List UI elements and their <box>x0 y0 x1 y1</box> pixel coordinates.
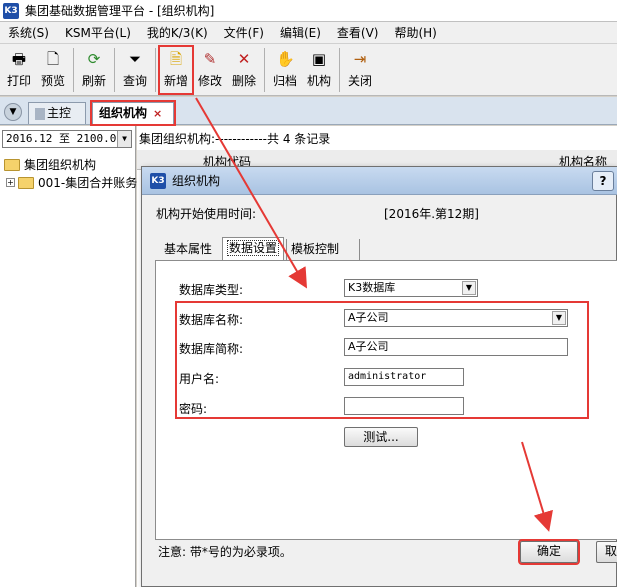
data-settings-panel: 数据库类型: K3数据库 ▼ 数据库名称: A子公司 ▼ 数据库简称: A子公司… <box>155 260 617 540</box>
menu-ksm[interactable]: KSM平台(L) <box>57 23 139 43</box>
preview-label: 预览 <box>40 74 65 88</box>
menu-file[interactable]: 文件(F) <box>216 23 272 43</box>
tab-org-label: 组织机构 <box>99 106 148 120</box>
folder-icon <box>18 176 34 189</box>
tab-close-icon[interactable]: × <box>153 107 162 120</box>
cancel-button[interactable]: 取 <box>596 541 617 563</box>
dialog-title: 组织机构 <box>172 174 221 188</box>
menu-system[interactable]: 系统(S) <box>0 23 57 43</box>
query-label: 查询 <box>122 74 147 88</box>
org-button[interactable]: ▣ 机构 <box>302 46 336 94</box>
toolbar-separator <box>339 48 340 92</box>
tab-strip: ▼ 主控台 组织机构 × <box>0 97 617 140</box>
print-button[interactable]: 🖶 打印 <box>2 46 36 94</box>
refresh-label: 刷新 <box>81 74 106 88</box>
org-label: 机构 <box>306 74 331 88</box>
modify-button[interactable]: ✎ 修改 <box>193 46 227 94</box>
record-count: 集团组织机构:------------共 4 条记录 <box>139 132 331 146</box>
print-label: 打印 <box>6 74 31 88</box>
toolbar-separator <box>114 48 115 92</box>
tab-basic-properties[interactable]: 基本属性 <box>160 239 222 260</box>
menu-help[interactable]: 帮助(H) <box>386 23 444 43</box>
printer-icon: 🖶 <box>11 50 27 68</box>
close-button[interactable]: ⇥ 关闭 <box>343 46 377 94</box>
db-type-select[interactable]: K3数据库 ▼ <box>344 279 478 297</box>
tree-item[interactable]: + 001-集团合并账务 <box>6 174 137 191</box>
exit-door-icon: ⇥ <box>353 50 367 68</box>
start-time-label: 机构开始使用时间: <box>156 207 257 221</box>
annotation-highlight-box <box>175 301 589 419</box>
archive-label: 归档 <box>272 74 297 88</box>
add-label: 新增 <box>163 74 188 88</box>
chevron-down-icon[interactable]: ▼ <box>462 281 476 295</box>
ok-button[interactable]: 确定 <box>518 539 580 565</box>
db-type-value: K3数据库 <box>348 281 396 294</box>
folder-open-icon <box>4 158 20 171</box>
tab-console[interactable]: 主控台 <box>28 102 86 140</box>
dialog-titlebar: K3 组织机构 ? <box>142 167 617 195</box>
close-label: 关闭 <box>347 74 372 88</box>
modify-label: 修改 <box>197 74 222 88</box>
start-time-value: [2016年.第12期] <box>384 207 479 221</box>
toolbar-separator <box>155 48 156 92</box>
edit-icon: ✎ <box>203 50 217 68</box>
preview-button[interactable]: 🗋 预览 <box>36 46 70 94</box>
date-range-value: 2016.12 至 2100.01 <box>6 132 123 145</box>
db-type-label: 数据库类型: <box>179 283 244 297</box>
tab-template-control[interactable]: 模板控制 <box>286 239 360 260</box>
chevron-down-icon[interactable]: ▼ <box>117 131 131 147</box>
left-panel: 2016.12 至 2100.01 ▼ 集团组织机构 + 001-集团合并账务 <box>0 126 137 587</box>
tree-root[interactable]: 集团组织机构 <box>4 156 96 173</box>
window-title: 集团基础数据管理平台 - [组织机构] <box>25 4 215 18</box>
expand-icon[interactable]: + <box>6 178 15 187</box>
help-button[interactable]: ? <box>592 171 614 191</box>
window-titlebar: K3 集团基础数据管理平台 - [组织机构] <box>0 0 617 22</box>
toolbar: 🖶 打印 🗋 预览 ⟳ 刷新 ⏷ 查询 🗎 新增 ✎ 修改 ✕ 删除 ✋ 归档 … <box>0 44 617 96</box>
tab-list-dropdown-icon[interactable]: ▼ <box>4 103 22 121</box>
new-document-icon: 🗎 <box>169 50 183 68</box>
delete-icon: ✕ <box>237 50 251 68</box>
delete-button[interactable]: ✕ 删除 <box>227 46 261 94</box>
refresh-icon: ⟳ <box>87 50 101 68</box>
app-logo-icon: K3 <box>150 172 166 189</box>
tab-data-settings-label: 数据设置 <box>227 240 280 256</box>
app-logo-icon: K3 <box>3 2 19 19</box>
toolbar-separator <box>264 48 265 92</box>
filter-icon: ⏷ <box>128 50 141 68</box>
required-note: 注意: 带*号的为必录项。 <box>158 545 292 559</box>
menu-mik3[interactable]: 我的K/3(K) <box>139 23 216 43</box>
menu-bar: 系统(S) KSM平台(L) 我的K/3(K) 文件(F) 编辑(E) 查看(V… <box>0 22 617 44</box>
dialog-body: 机构开始使用时间: [2016年.第12期] 基本属性 数据设置 模板控制 数据… <box>142 195 617 587</box>
tab-org[interactable]: 组织机构 × <box>90 100 176 126</box>
menu-view[interactable]: 查看(V) <box>329 23 387 43</box>
delete-label: 删除 <box>231 74 256 88</box>
date-range-select[interactable]: 2016.12 至 2100.01 ▼ <box>2 130 132 148</box>
add-button[interactable]: 🗎 新增 <box>158 45 194 95</box>
hand-icon: ✋ <box>276 50 295 68</box>
tab-page-icon <box>35 107 45 120</box>
refresh-button[interactable]: ⟳ 刷新 <box>77 46 111 94</box>
menu-edit[interactable]: 编辑(E) <box>272 23 329 43</box>
tab-data-settings[interactable]: 数据设置 <box>222 237 284 260</box>
org-icon: ▣ <box>311 50 327 68</box>
tree-root-label: 集团组织机构 <box>24 158 97 172</box>
query-button[interactable]: ⏷ 查询 <box>118 46 152 94</box>
test-button[interactable]: 测试... <box>344 427 418 447</box>
archive-button[interactable]: ✋ 归档 <box>268 46 302 94</box>
toolbar-separator <box>73 48 74 92</box>
tree-item-label: 001-集团合并账务 <box>38 176 138 190</box>
preview-icon: 🗋 <box>46 50 60 68</box>
org-dialog: K3 组织机构 ? 机构开始使用时间: [2016年.第12期] 基本属性 数据… <box>141 166 617 587</box>
